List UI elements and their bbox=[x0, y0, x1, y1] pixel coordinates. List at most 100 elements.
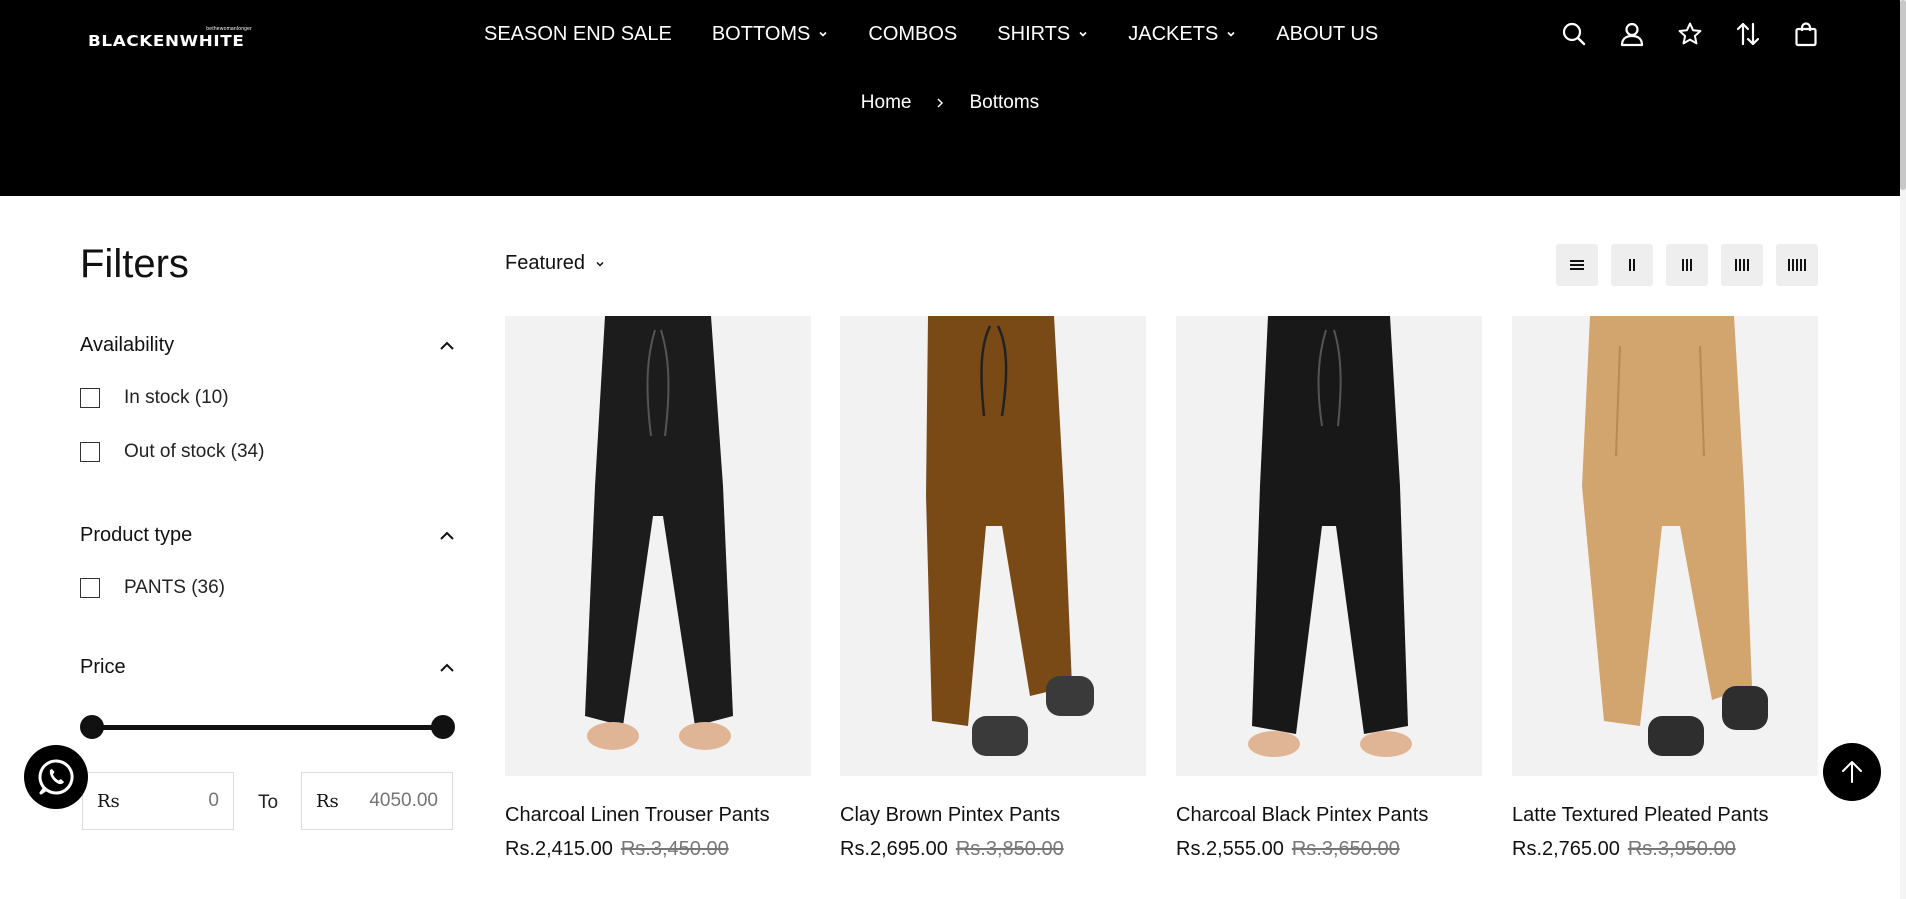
filter-option-in-stock[interactable]: In stock (10) bbox=[80, 387, 455, 409]
cart-bag-icon[interactable] bbox=[1792, 20, 1820, 48]
price-min-input[interactable] bbox=[119, 790, 219, 812]
back-to-top-button[interactable] bbox=[1823, 743, 1881, 801]
nav-label: BOTTOMS bbox=[711, 22, 811, 45]
brand-logo[interactable]: bethewomanlonger BLACKENWHITE bbox=[88, 26, 254, 50]
product-price: Rs.2,555.00 Rs.3,650.00 bbox=[1176, 838, 1400, 861]
nav-label: COMBOS bbox=[868, 22, 958, 45]
product-card[interactable]: Clay Brown Pintex Pants Rs.2,695.00 Rs.3,… bbox=[840, 316, 1146, 860]
checkbox[interactable] bbox=[80, 578, 100, 598]
product-title[interactable]: Charcoal Linen Trouser Pants bbox=[505, 804, 770, 827]
chevron-right-icon bbox=[937, 98, 944, 108]
view-mode-switcher bbox=[1556, 244, 1818, 286]
compare-price: Rs.3,850.00 bbox=[955, 838, 1064, 860]
sort-arrows-icon[interactable] bbox=[1734, 20, 1762, 48]
filter-option-pants[interactable]: PANTS (36) bbox=[80, 577, 455, 599]
slider-track bbox=[92, 725, 443, 730]
chevron-down-icon bbox=[819, 31, 827, 37]
currency-label: Rs bbox=[97, 790, 120, 812]
chevron-up-icon bbox=[440, 663, 454, 672]
grid-2-icon[interactable] bbox=[1611, 244, 1653, 286]
sale-price: Rs.2,695.00 bbox=[840, 838, 948, 860]
nav-label: SHIRTS bbox=[997, 22, 1071, 45]
chevron-down-icon bbox=[1227, 31, 1235, 37]
compare-price: Rs.3,650.00 bbox=[1291, 838, 1400, 860]
product-card[interactable]: Charcoal Linen Trouser Pants Rs.2,415.00… bbox=[505, 316, 811, 860]
breadcrumb-home[interactable]: Home bbox=[861, 92, 912, 114]
sort-label: Featured bbox=[505, 252, 586, 274]
price-header[interactable]: Price bbox=[80, 656, 455, 679]
sale-price: Rs.2,555.00 bbox=[1176, 838, 1284, 860]
grid-5-icon[interactable] bbox=[1776, 244, 1818, 286]
logo-wordmark: BLACKENWHITE bbox=[88, 32, 245, 50]
grid-3-icon[interactable] bbox=[1666, 244, 1708, 286]
sale-price: Rs.2,765.00 bbox=[1512, 838, 1620, 860]
option-label: Out of stock (34) bbox=[124, 441, 265, 462]
breadcrumb-current: Bottoms bbox=[969, 92, 1040, 113]
slider-max-handle[interactable] bbox=[431, 715, 455, 739]
product-card[interactable]: Latte Textured Pleated Pants Rs.2,765.00… bbox=[1512, 316, 1818, 860]
price-min-field[interactable]: Rs bbox=[82, 772, 234, 830]
arrow-up-icon bbox=[1842, 761, 1862, 783]
site-header: bethewomanlonger BLACKENWHITE SEASON END… bbox=[0, 0, 1900, 196]
nav-label: ABOUT US bbox=[1276, 22, 1379, 45]
whatsapp-chat-button[interactable] bbox=[24, 745, 88, 809]
search-icon[interactable] bbox=[1560, 20, 1588, 48]
filter-price: Price bbox=[80, 656, 455, 679]
wishlist-star-icon[interactable] bbox=[1676, 20, 1704, 48]
product-title[interactable]: Clay Brown Pintex Pants bbox=[840, 804, 1060, 827]
list-view-icon[interactable] bbox=[1556, 244, 1598, 286]
option-label: In stock (10) bbox=[124, 387, 229, 408]
chevron-up-icon bbox=[440, 531, 454, 540]
product-card[interactable]: Charcoal Black Pintex Pants Rs.2,555.00 R… bbox=[1176, 316, 1482, 860]
product-type-label: Product type bbox=[80, 524, 193, 546]
availability-header[interactable]: Availability bbox=[80, 334, 455, 357]
price-range-slider[interactable] bbox=[80, 714, 455, 740]
filters-title: Filters bbox=[80, 242, 189, 286]
nav-jackets[interactable]: JACKETS bbox=[1128, 23, 1236, 46]
grid-4-icon[interactable] bbox=[1721, 244, 1763, 286]
chevron-up-icon bbox=[440, 341, 454, 350]
nav-about-us[interactable]: ABOUT US bbox=[1276, 23, 1378, 46]
chevron-down-icon bbox=[1079, 31, 1087, 37]
compare-price: Rs.3,450.00 bbox=[620, 838, 729, 860]
product-image[interactable] bbox=[505, 316, 811, 776]
account-icon[interactable] bbox=[1618, 20, 1646, 48]
price-to-label: To bbox=[258, 792, 279, 813]
product-title[interactable]: Charcoal Black Pintex Pants bbox=[1176, 804, 1428, 827]
filter-option-out-of-stock[interactable]: Out of stock (34) bbox=[80, 441, 455, 463]
product-image[interactable] bbox=[1512, 316, 1818, 776]
main-nav: SEASON END SALE BOTTOMS COMBOS SHIRTS JA… bbox=[484, 20, 1378, 48]
compare-price: Rs.3,950.00 bbox=[1627, 838, 1736, 860]
product-price: Rs.2,765.00 Rs.3,950.00 bbox=[1512, 838, 1736, 861]
header-actions bbox=[1560, 20, 1820, 48]
price-max-input[interactable] bbox=[338, 790, 438, 812]
option-label: PANTS (36) bbox=[124, 577, 226, 598]
product-title[interactable]: Latte Textured Pleated Pants bbox=[1512, 804, 1768, 827]
product-image[interactable] bbox=[840, 316, 1146, 776]
nav-combos[interactable]: COMBOS bbox=[868, 23, 957, 46]
sort-dropdown[interactable]: Featured bbox=[505, 252, 605, 275]
availability-label: Availability bbox=[80, 334, 175, 356]
scrollbar-thumb[interactable] bbox=[1900, 0, 1906, 190]
nav-shirts[interactable]: SHIRTS bbox=[997, 23, 1088, 46]
nav-bottoms[interactable]: BOTTOMS bbox=[712, 23, 829, 46]
whatsapp-icon bbox=[38, 759, 74, 795]
chevron-down-icon bbox=[596, 261, 604, 267]
checkbox[interactable] bbox=[80, 388, 100, 408]
filter-availability: Availability In stock (10) Out of stock … bbox=[80, 334, 455, 463]
currency-label: Rs bbox=[316, 790, 339, 812]
price-max-field[interactable]: Rs bbox=[301, 772, 453, 830]
slider-min-handle[interactable] bbox=[80, 715, 104, 739]
filter-product-type: Product type PANTS (36) bbox=[80, 524, 455, 599]
product-type-header[interactable]: Product type bbox=[80, 524, 455, 547]
nav-label: SEASON END SALE bbox=[484, 22, 672, 45]
breadcrumb: Home Bottoms bbox=[0, 92, 1900, 114]
product-price: Rs.2,695.00 Rs.3,850.00 bbox=[840, 838, 1064, 861]
nav-label: JACKETS bbox=[1128, 22, 1219, 45]
price-label: Price bbox=[80, 656, 126, 678]
product-price: Rs.2,415.00 Rs.3,450.00 bbox=[505, 838, 729, 861]
nav-season-end-sale[interactable]: SEASON END SALE bbox=[484, 23, 672, 46]
product-image[interactable] bbox=[1176, 316, 1482, 776]
checkbox[interactable] bbox=[80, 442, 100, 462]
page-scrollbar[interactable] bbox=[1900, 0, 1906, 899]
